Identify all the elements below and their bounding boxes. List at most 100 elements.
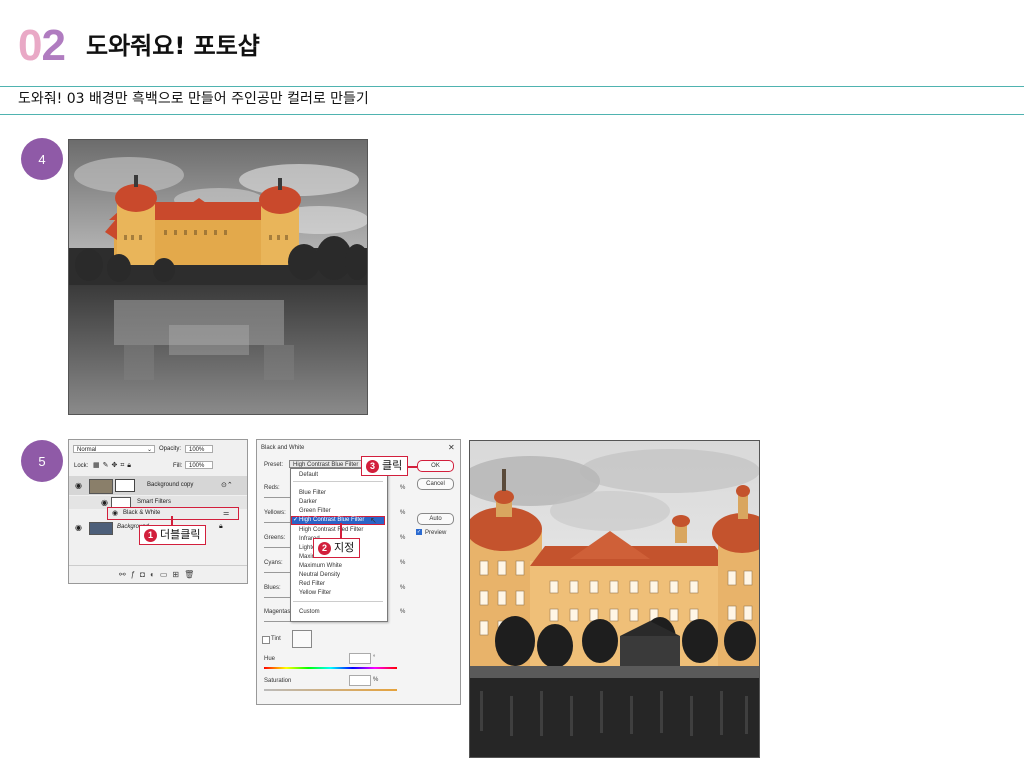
fill-label: Fill: [173,463,183,469]
cancel-button[interactable]: Cancel [417,478,454,490]
opacity-field[interactable]: 100% [185,445,213,453]
callout-3-leader [407,466,417,468]
hue-unit: ° [373,655,376,661]
dialog-title: Black and White [261,445,305,451]
fill-field[interactable]: 100% [185,461,213,469]
chapter-number: 02 [18,21,66,70]
yellows-label: Yellows: [264,510,286,516]
blend-mode-select[interactable]: Normal ⌄ [73,445,155,453]
preset-option[interactable]: High Contrast Red Filter [299,526,363,534]
chapter-number-digits: 0 [18,21,43,70]
reds-percent: % [400,485,406,491]
chapter-title: 도와줘요! 포토샵 [86,32,260,60]
callout-2-text: 지정 [334,542,355,554]
bottom-rule [0,114,1024,115]
lock-icon: 🔒︎ [219,523,223,530]
checkmark-icon: ✓ [293,517,299,523]
saturation-slider[interactable] [264,689,397,691]
layer-name: Background copy [147,482,194,488]
auto-button[interactable]: Auto [417,513,454,525]
saturation-label: Saturation [264,678,292,684]
tint-checkbox[interactable] [262,636,270,644]
castle-closeup-image [470,441,759,757]
callout-2-number: 2 [318,541,331,555]
hue-label: Hue [264,656,276,662]
blues-percent: % [400,585,406,591]
eye-icon[interactable]: ◉ [75,523,82,532]
layer-action-icons[interactable]: ⚯ƒ◘◐▭⊞🗑︎ [119,570,199,579]
callout-1-text: 더블클릭 [160,529,201,541]
menu-divider [293,481,383,482]
callout-3-text: 클릭 [382,460,403,472]
ok-button[interactable]: OK [417,460,454,472]
preset-option-selected[interactable]: High Contrast Blue Filter [299,516,364,524]
chapter-number-second-digit: 2 [41,21,66,70]
eye-icon[interactable]: ◉ [112,509,118,517]
cyans-label: Cyans: [264,560,283,566]
blend-mode-value: Normal [77,447,97,453]
filter-name: Black & White [123,510,161,516]
black-white-filter-row[interactable]: ◉ Black & White ⚌ [69,507,247,520]
tint-color-swatch[interactable] [292,630,312,648]
step-4-badge: 4 [21,138,63,180]
cyans-percent: % [400,560,406,566]
preset-option[interactable]: Maximum White [299,562,342,570]
saturation-field[interactable] [349,675,371,686]
filter-blending-options-icon[interactable]: ⚌ [223,509,229,517]
chevron-down-icon: ⌄ [146,447,152,453]
tint-label: Tint [271,636,281,642]
fx-options-icon[interactable]: ⊙⌃ [221,481,233,489]
castle-photo-step4 [68,139,368,415]
layers-footer: ⚯ƒ◘◐▭⊞🗑︎ [69,565,247,584]
callout-2-leader [340,523,342,539]
preset-label: Preset: [264,462,284,468]
callout-1-number: 1 [144,528,157,542]
callout-1: 1 더블클릭 [139,525,207,545]
preset-option[interactable]: Blue Filter [299,489,326,497]
smart-filters-label: Smart Filters [137,499,172,505]
preset-option[interactable]: Green Filter [299,507,331,515]
hue-slider[interactable] [264,667,397,669]
menu-divider [293,601,383,602]
lock-icons[interactable]: ▦✎✥⌗🔒︎ [93,461,134,470]
callout-2: 2 지정 [313,538,361,558]
callout-3-number: 3 [366,459,379,473]
preset-option[interactable]: Yellow Filter [299,589,331,597]
layer-thumbnail [89,479,113,494]
saturation-unit: % [373,677,379,683]
preset-option[interactable]: Red Filter [299,580,325,588]
hue-field[interactable] [349,653,371,664]
preview-label: Preview [425,530,447,536]
castle-photo-step5 [469,440,760,758]
step-5-badge: 5 [21,440,63,482]
greens-label: Greens: [264,535,286,541]
preset-option[interactable]: Default [299,471,318,479]
magentas-label: Magentas: [264,609,293,615]
section-subtitle: 도와줘! 03 배경만 흑백으로 만들어 주인공만 컬러로 만들기 [18,91,369,107]
close-icon[interactable]: ✕ [448,443,455,452]
preset-option[interactable]: Custom [299,608,320,616]
layer-row-background-copy[interactable]: ◉ Background copy ⊙⌃ [69,476,247,495]
eye-icon[interactable]: ◉ [75,481,82,490]
black-and-white-dialog: Black and White ✕ Preset: High Contrast … [256,439,461,705]
yellows-percent: % [400,510,406,516]
magentas-percent: % [400,609,406,615]
callout-3: 3 클릭 [361,456,409,476]
preview-checkbox[interactable]: ✓ [416,529,422,535]
blues-label: Blues: [264,585,281,591]
opacity-value: 100% [189,447,205,453]
opacity-label: Opacity: [159,446,182,452]
eye-icon[interactable]: ◉ [101,498,108,507]
lock-label: Lock: [74,463,89,469]
smart-object-icon [115,479,135,492]
greens-percent: % [400,535,406,541]
preset-option[interactable]: Darker [299,498,317,506]
layer-thumbnail [89,522,113,535]
fill-value: 100% [189,463,205,469]
castle-bw-background-image [69,140,367,414]
mouse-cursor-icon: ↖ [370,516,377,525]
preset-option[interactable]: Neutral Density [299,571,340,579]
top-rule [0,86,1024,87]
reds-label: Reds: [264,485,280,491]
layers-panel: Normal ⌄ Opacity: 100% Lock: ▦✎✥⌗🔒︎ Fill:… [68,439,248,584]
